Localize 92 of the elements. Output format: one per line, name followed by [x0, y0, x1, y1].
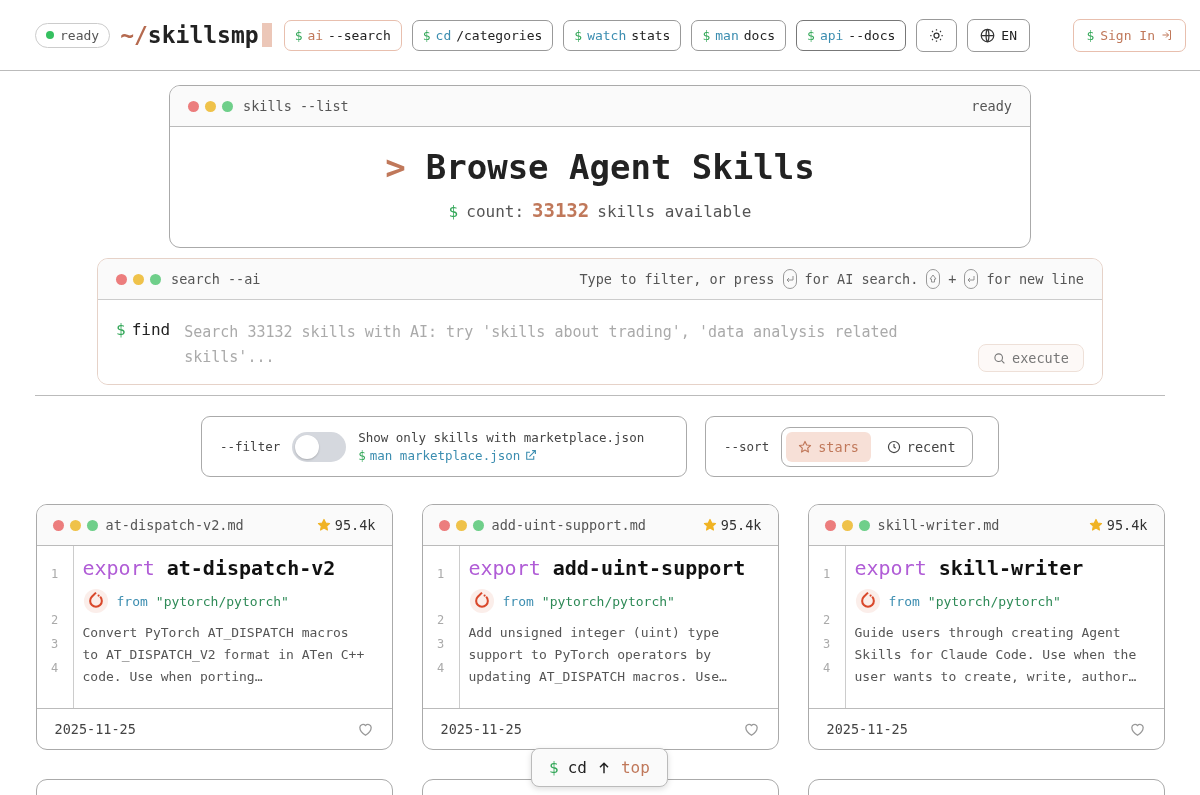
execute-button[interactable]: execute [978, 344, 1084, 372]
nav-button[interactable]: $ api --docs [796, 19, 907, 51]
docs-link[interactable]: $ man marketplace.json [358, 448, 645, 463]
flame-logo-icon [468, 588, 495, 614]
enter-key-icon [964, 269, 979, 289]
line-number: 3 [822, 636, 831, 653]
line-number: 4 [822, 660, 831, 677]
nav-button[interactable]: $ watch stats [563, 19, 682, 51]
search-icon [993, 351, 1007, 365]
page-title: Browse Agent Skills [425, 147, 815, 187]
code-keyword: export [854, 556, 927, 580]
command-label: find [131, 320, 171, 341]
skill-count: 33132 [532, 199, 590, 221]
star-count: 95.4k [334, 517, 376, 533]
theme-toggle[interactable] [916, 18, 958, 52]
enter-key-icon [782, 269, 797, 289]
skill-description: Guide users through creating Agent Skills for Claude Code. Use when the user wants to create, write, author… [854, 624, 1138, 686]
window-title: search --ai [171, 271, 261, 287]
flame-logo-icon [854, 588, 881, 614]
sun-icon [929, 27, 945, 43]
back-to-top-button[interactable]: $ cd top [531, 748, 668, 787]
external-link-icon [524, 449, 538, 462]
window-dots-icon [188, 100, 233, 112]
star-icon [316, 518, 331, 532]
prompt-symbol: $ [116, 320, 126, 341]
nav-button[interactable]: $ man docs [691, 19, 787, 51]
code-keyword: export [468, 556, 541, 580]
file-name: at-dispatch-v2.md [105, 517, 244, 533]
code-keyword: from [502, 593, 534, 609]
toggle-switch[interactable] [292, 431, 347, 462]
line-number: 1 [50, 566, 59, 583]
skill-description: Convert PyTorch AT_DISPATCH macros to AT_DISPATCH_V2 format in ATen C++ code. Use when porting… [82, 624, 366, 686]
window-dots-icon [824, 519, 870, 531]
hint-text: Type to filter, or press [579, 271, 775, 287]
skill-card[interactable]: add-uint-support.md 95.4k 1 2 3 4 export add-uint-support from "pytorch/pytorch" Add unsigned integer (uint) type support to PyTorch operators by updating AT_DISPATCH macros. Use… 2025-11-25 [421, 504, 779, 750]
line-number: 3 [50, 636, 59, 653]
star-count: 95.4k [720, 517, 762, 533]
code-keyword: export [82, 556, 155, 580]
window-dots-icon [438, 519, 484, 531]
line-number: 2 [436, 612, 445, 629]
shift-key-icon [926, 269, 941, 289]
file-name: add-uint-support.md [491, 517, 646, 533]
count-suffix: skills available [597, 202, 752, 221]
language-button[interactable]: EN [967, 18, 1030, 52]
count-label: count: [466, 202, 525, 221]
filter-description: Show only skills with marketplace.json [358, 430, 645, 445]
line-number: 1 [436, 566, 445, 583]
star-icon [702, 518, 717, 532]
date-label: 2025-11-25 [826, 721, 908, 737]
repository-name: "pytorch/pytorch" [541, 593, 675, 609]
sort-option[interactable]: recent [874, 431, 968, 462]
line-number: 2 [822, 612, 831, 629]
date-label: 2025-11-25 [54, 721, 136, 737]
hint-text: for AI search. [804, 271, 919, 287]
globe-icon [980, 27, 996, 43]
code-keyword: from [888, 593, 920, 609]
skill-card[interactable]: at-dispatch-v2.md 95.4k 1 2 3 4 export at-dispatch-v2 from "pytorch/pytorch" Convert PyTorch AT_DISPATCH macros to AT_DISPATCH_V2 format in ATen C++ code. Use when porting… 2025-11-25 [35, 504, 393, 750]
window-title: skills --list [243, 98, 349, 114]
skill-card[interactable]: skill-writer.md 95.4k 1 2 3 4 export skill-writer from "pytorch/pytorch" Guide users through creating Agent Skills for Claude Code. Use when the user wants to create, write, author… 2025-11-25 [807, 504, 1165, 750]
code-keyword: from [116, 593, 148, 609]
line-number: 4 [50, 660, 59, 677]
line-number: 4 [436, 660, 445, 677]
flame-logo-icon [82, 588, 109, 614]
window-dots-icon [116, 273, 161, 285]
site-logo[interactable]: ~/skillsmp [120, 22, 272, 48]
nav-button[interactable]: $ cd /categories [411, 19, 554, 51]
star-icon [798, 439, 813, 454]
hint-text: for new line [986, 271, 1084, 287]
line-number: 3 [436, 636, 445, 653]
prompt-symbol: > [385, 147, 406, 187]
sign-in-button[interactable]: $ Sign In [1073, 18, 1186, 52]
date-label: 2025-11-25 [440, 721, 522, 737]
clock-icon [886, 439, 901, 454]
filter-label: --filter [220, 439, 281, 454]
repository-name: "pytorch/pytorch" [927, 593, 1061, 609]
skill-name: add-uint-support [552, 556, 746, 580]
repository-name: "pytorch/pytorch" [155, 593, 289, 609]
prompt-symbol: $ [448, 202, 459, 221]
sort-label: --sort [724, 439, 770, 454]
file-name: skill-writer.md [877, 517, 1000, 533]
skill-name: skill-writer [938, 556, 1084, 580]
star-count: 95.4k [1106, 517, 1148, 533]
hint-text: + [948, 271, 957, 287]
skill-description: Add unsigned integer (uint) type support to PyTorch operators by updating AT_DISPATCH macros. Use… [468, 624, 728, 686]
star-icon [1088, 518, 1103, 532]
line-number: 2 [50, 612, 59, 629]
nav-button[interactable]: $ ai --search [283, 19, 402, 51]
skill-name: at-dispatch-v2 [166, 556, 336, 580]
window-dots-icon [52, 519, 98, 531]
window-status: ready [971, 98, 1012, 114]
login-icon [1161, 29, 1173, 41]
line-number: 1 [822, 566, 831, 583]
